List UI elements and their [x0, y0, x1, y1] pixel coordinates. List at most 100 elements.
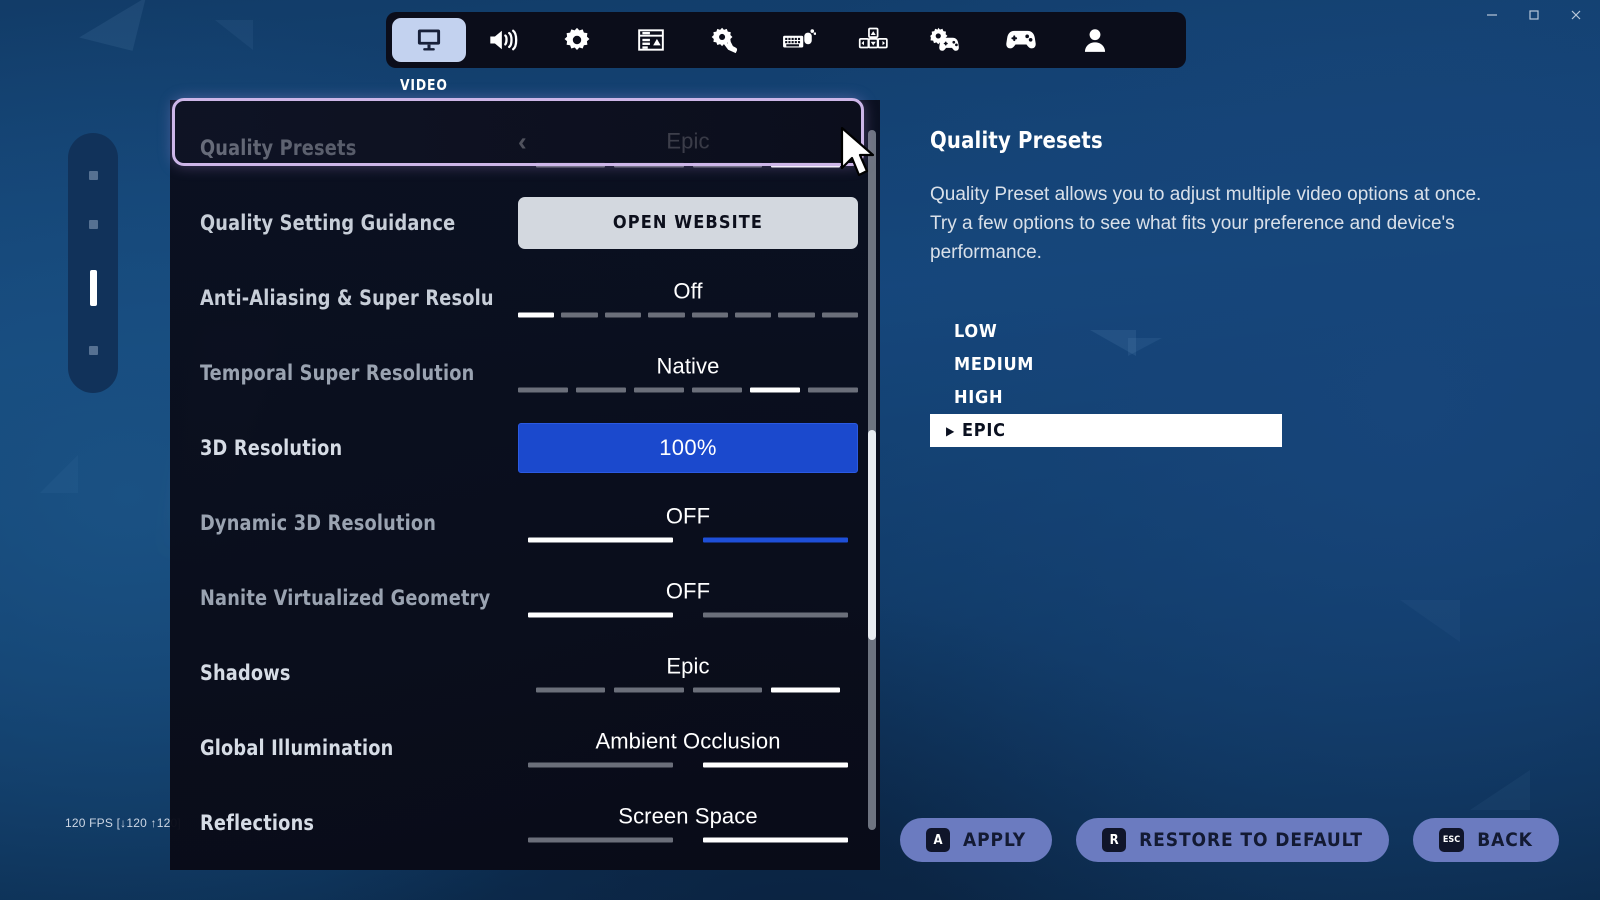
segment-control[interactable]: Epic	[518, 653, 858, 692]
segment	[528, 837, 673, 842]
nav-item-game[interactable]	[540, 18, 614, 62]
resolution-slider[interactable]: 100%	[518, 422, 858, 473]
settings-scrollbar-track[interactable]	[868, 130, 876, 830]
page-indicator-rail[interactable]	[68, 133, 118, 393]
setting-value: Epic	[666, 128, 710, 153]
action-button-bar: A APPLY R RESTORE TO DEFAULT ESC BACK	[900, 818, 1559, 862]
setting-row-quality-presets[interactable]: Quality Presets ‹ Epic ›	[170, 110, 880, 185]
gear-icon	[563, 26, 591, 54]
segment-blue	[703, 537, 848, 542]
restore-to-default-button[interactable]: R RESTORE TO DEFAULT	[1076, 818, 1389, 862]
preset-option-epic-selected[interactable]: ▶ EPIC	[930, 414, 1282, 447]
setting-value: Ambient Occlusion	[595, 728, 781, 753]
bg-triangle-decoration	[1400, 600, 1460, 642]
segment-control[interactable]: Native	[518, 353, 858, 392]
setting-row-quality-setting-guidance[interactable]: Quality Setting Guidance OPEN WEBSITE	[170, 185, 880, 260]
setting-value: Screen Space	[618, 803, 758, 828]
segment	[634, 387, 684, 392]
setting-row-global-illumination[interactable]: Global Illumination Ambient Occlusion	[170, 710, 880, 785]
segment-indicator	[518, 162, 858, 167]
setting-value: Epic	[666, 653, 710, 678]
setting-row-temporal-super-resolution[interactable]: Temporal Super Resolution Native	[170, 335, 880, 410]
settings-panel: Quality Presets ‹ Epic › Quality Setting…	[170, 100, 880, 870]
open-website-button[interactable]: OPEN WEBSITE	[518, 196, 858, 249]
segment-indicator	[518, 612, 858, 617]
nav-item-video[interactable]	[392, 18, 466, 62]
segment-active	[703, 837, 848, 842]
rail-marker[interactable]	[88, 171, 98, 181]
back-button[interactable]: ESC BACK	[1412, 818, 1559, 862]
nav-item-controller[interactable]	[984, 18, 1058, 62]
maximize-icon[interactable]	[1514, 1, 1554, 29]
nav-item-controller-settings[interactable]	[910, 18, 984, 62]
segment	[536, 162, 606, 167]
segment	[604, 312, 642, 317]
apply-button[interactable]: A APPLY	[900, 818, 1053, 862]
nav-item-keyboard-mouse[interactable]	[762, 18, 836, 62]
toggle-control[interactable]: Ambient Occlusion	[518, 728, 858, 767]
accessibility-touch-icon	[711, 26, 739, 54]
nav-item-account[interactable]	[1058, 18, 1132, 62]
segment-indicator	[518, 537, 858, 542]
controller-icon	[1005, 27, 1037, 53]
setting-row-dynamic-3d-resolution[interactable]: Dynamic 3D Resolution OFF	[170, 485, 880, 560]
setting-row-nanite-virtualized-geometry[interactable]: Nanite Virtualized Geometry OFF	[170, 560, 880, 635]
toggle-control[interactable]: OFF	[518, 503, 858, 542]
setting-label: Temporal Super Resolution	[200, 360, 475, 385]
nav-item-audio[interactable]	[466, 18, 540, 62]
segment-active	[703, 762, 848, 767]
key-badge-esc: ESC	[1438, 828, 1465, 852]
setting-label: Global Illumination	[200, 735, 394, 760]
rail-marker[interactable]	[88, 345, 98, 355]
setting-label: Shadows	[200, 660, 291, 685]
rail-marker-active[interactable]	[89, 269, 97, 306]
preset-label: MEDIUM	[954, 354, 1035, 375]
nav-item-accessibility[interactable]	[688, 18, 762, 62]
dpad-keybind-icon	[858, 26, 888, 54]
segment	[821, 312, 858, 317]
chevron-left-icon[interactable]: ‹	[518, 128, 527, 154]
segment	[778, 312, 815, 317]
nav-item-keybinds[interactable]	[836, 18, 910, 62]
segment	[536, 687, 606, 692]
fps-counter: 120 FPS [↓120 ↑120]	[65, 816, 181, 830]
settings-rows-list: Quality Presets ‹ Epic › Quality Setting…	[170, 100, 880, 870]
info-description: Quality Preset allows you to adjust mult…	[930, 184, 1482, 263]
segment	[692, 387, 742, 392]
setting-row-reflections[interactable]: Reflections Screen Space	[170, 785, 880, 860]
segment-active	[750, 387, 800, 392]
setting-row-anti-aliasing[interactable]: Anti-Aliasing & Super Resolu Off	[170, 260, 880, 335]
segment	[614, 687, 684, 692]
setting-label: Anti-Aliasing & Super Resolu	[200, 285, 494, 310]
setting-row-3d-resolution[interactable]: 3D Resolution 100%	[170, 410, 880, 485]
minimize-icon[interactable]	[1472, 1, 1512, 29]
segment	[528, 762, 673, 767]
segment	[576, 387, 626, 392]
preset-option-high[interactable]: HIGH	[930, 381, 1510, 414]
segment	[808, 387, 858, 392]
toggle-control[interactable]: Screen Space	[518, 803, 858, 842]
setting-value: Off	[673, 278, 703, 303]
bg-triangle-decoration	[79, 0, 146, 51]
stepper-control[interactable]: ‹ Epic ›	[518, 128, 858, 167]
settings-scrollbar-thumb[interactable]	[868, 430, 876, 640]
controller-settings-icon	[930, 26, 964, 54]
segment-control[interactable]: Off	[518, 278, 858, 317]
back-button-label: BACK	[1477, 829, 1533, 851]
rail-marker[interactable]	[88, 220, 98, 230]
segment	[614, 162, 684, 167]
segment-active	[518, 312, 555, 317]
info-title: Quality Presets	[930, 128, 1103, 154]
nav-item-hud-layout[interactable]	[614, 18, 688, 62]
segment	[692, 162, 762, 167]
segment	[703, 612, 848, 617]
toggle-control[interactable]: OFF	[518, 578, 858, 617]
bg-triangle-decoration	[215, 20, 253, 50]
preset-label: HIGH	[954, 387, 1004, 408]
setting-label: Quality Presets	[200, 135, 357, 160]
preset-option-medium[interactable]: MEDIUM	[930, 348, 1510, 381]
preset-option-low[interactable]: LOW	[930, 315, 1510, 348]
setting-row-shadows[interactable]: Shadows Epic	[170, 635, 880, 710]
setting-value: OFF	[665, 578, 711, 603]
close-icon[interactable]	[1556, 1, 1596, 29]
